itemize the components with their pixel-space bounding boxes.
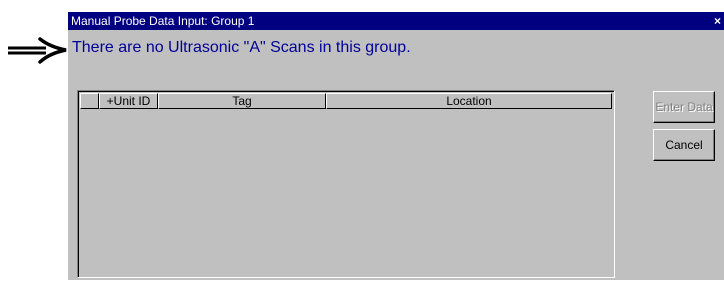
screenshot-page: Manual Probe Data Input: Group 1 × There… [0, 0, 724, 293]
title-bar[interactable]: Manual Probe Data Input: Group 1 × [68, 12, 724, 30]
right-arrow-icon [8, 37, 67, 64]
close-button[interactable]: × [714, 14, 724, 28]
cancel-button[interactable]: Cancel [653, 129, 715, 161]
window-title: Manual Probe Data Input: Group 1 [71, 14, 255, 28]
column-header-unit-id[interactable]: +Unit ID [99, 93, 158, 109]
no-scans-message: There are no Ultrasonic "A" Scans in thi… [72, 39, 411, 56]
column-header-tag[interactable]: Tag [158, 93, 326, 109]
grid-corner-header[interactable] [80, 93, 99, 109]
dialog-window: Manual Probe Data Input: Group 1 × There… [68, 12, 724, 280]
enter-data-button[interactable]: Enter Data [653, 91, 715, 123]
data-grid[interactable]: +Unit ID Tag Location [77, 90, 615, 278]
grid-header: +Unit ID Tag Location [80, 93, 612, 109]
column-header-location[interactable]: Location [326, 93, 612, 109]
